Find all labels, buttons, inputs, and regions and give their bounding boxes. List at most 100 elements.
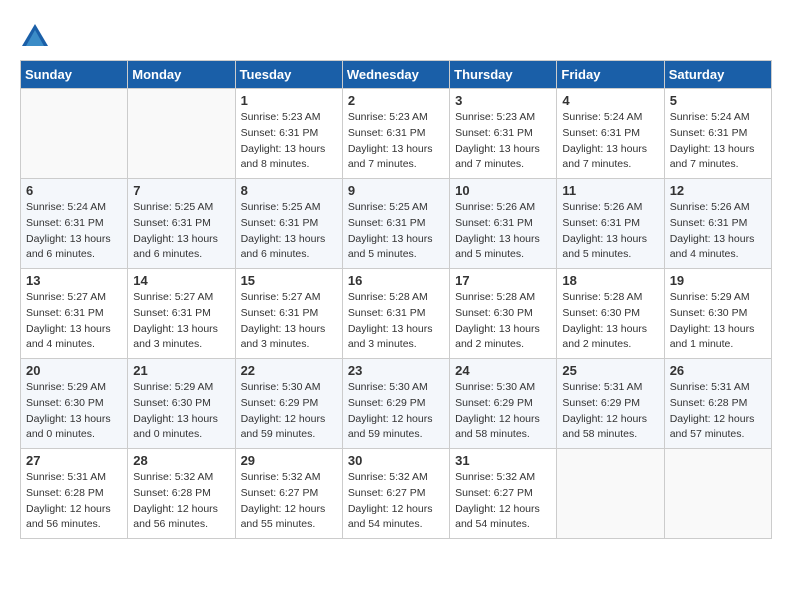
- day-number: 4: [562, 93, 658, 108]
- calendar-cell: [664, 449, 771, 539]
- calendar-week-row: 13 Sunrise: 5:27 AM Sunset: 6:31 PM Dayli…: [21, 269, 772, 359]
- calendar-table: SundayMondayTuesdayWednesdayThursdayFrid…: [20, 60, 772, 539]
- day-number: 10: [455, 183, 551, 198]
- day-info: Sunrise: 5:25 AM Sunset: 6:31 PM Dayligh…: [348, 200, 444, 263]
- weekday-header: Wednesday: [342, 61, 449, 89]
- day-number: 13: [26, 273, 122, 288]
- calendar-cell: 16 Sunrise: 5:28 AM Sunset: 6:31 PM Dayli…: [342, 269, 449, 359]
- calendar-cell: [21, 89, 128, 179]
- day-number: 19: [670, 273, 766, 288]
- day-info: Sunrise: 5:28 AM Sunset: 6:30 PM Dayligh…: [562, 290, 658, 353]
- day-info: Sunrise: 5:28 AM Sunset: 6:31 PM Dayligh…: [348, 290, 444, 353]
- day-number: 23: [348, 363, 444, 378]
- calendar-cell: [557, 449, 664, 539]
- calendar-cell: 31 Sunrise: 5:32 AM Sunset: 6:27 PM Dayli…: [450, 449, 557, 539]
- day-number: 29: [241, 453, 337, 468]
- day-info: Sunrise: 5:25 AM Sunset: 6:31 PM Dayligh…: [241, 200, 337, 263]
- day-info: Sunrise: 5:24 AM Sunset: 6:31 PM Dayligh…: [562, 110, 658, 173]
- day-info: Sunrise: 5:29 AM Sunset: 6:30 PM Dayligh…: [26, 380, 122, 443]
- calendar-cell: 10Sunrise: 5:26 AM Sunset: 6:31 PM Dayli…: [450, 179, 557, 269]
- calendar-cell: 26Sunrise: 5:31 AM Sunset: 6:28 PM Dayli…: [664, 359, 771, 449]
- weekday-header: Saturday: [664, 61, 771, 89]
- day-info: Sunrise: 5:30 AM Sunset: 6:29 PM Dayligh…: [455, 380, 551, 443]
- day-info: Sunrise: 5:31 AM Sunset: 6:29 PM Dayligh…: [562, 380, 658, 443]
- calendar-cell: 11Sunrise: 5:26 AM Sunset: 6:31 PM Dayli…: [557, 179, 664, 269]
- day-number: 27: [26, 453, 122, 468]
- day-number: 5: [670, 93, 766, 108]
- calendar-cell: 27 Sunrise: 5:31 AM Sunset: 6:28 PM Dayli…: [21, 449, 128, 539]
- day-info: Sunrise: 5:31 AM Sunset: 6:28 PM Dayligh…: [26, 470, 122, 533]
- calendar-week-row: 6 Sunrise: 5:24 AM Sunset: 6:31 PM Daylig…: [21, 179, 772, 269]
- day-number: 20: [26, 363, 122, 378]
- calendar-header-row: SundayMondayTuesdayWednesdayThursdayFrid…: [21, 61, 772, 89]
- day-number: 22: [241, 363, 337, 378]
- day-number: 14: [133, 273, 229, 288]
- calendar-cell: 30Sunrise: 5:32 AM Sunset: 6:27 PM Dayli…: [342, 449, 449, 539]
- weekday-header: Sunday: [21, 61, 128, 89]
- calendar-cell: 2 Sunrise: 5:23 AM Sunset: 6:31 PM Daylig…: [342, 89, 449, 179]
- day-number: 2: [348, 93, 444, 108]
- calendar-week-row: 27 Sunrise: 5:31 AM Sunset: 6:28 PM Dayli…: [21, 449, 772, 539]
- calendar-week-row: 20 Sunrise: 5:29 AM Sunset: 6:30 PM Dayli…: [21, 359, 772, 449]
- day-info: Sunrise: 5:32 AM Sunset: 6:27 PM Dayligh…: [348, 470, 444, 533]
- day-number: 24: [455, 363, 551, 378]
- calendar-cell: 9 Sunrise: 5:25 AM Sunset: 6:31 PM Daylig…: [342, 179, 449, 269]
- day-number: 15: [241, 273, 337, 288]
- logo: [20, 20, 56, 50]
- calendar-cell: 4 Sunrise: 5:24 AM Sunset: 6:31 PM Daylig…: [557, 89, 664, 179]
- weekday-header: Thursday: [450, 61, 557, 89]
- day-info: Sunrise: 5:23 AM Sunset: 6:31 PM Dayligh…: [241, 110, 337, 173]
- day-number: 11: [562, 183, 658, 198]
- calendar-cell: 5 Sunrise: 5:24 AM Sunset: 6:31 PM Daylig…: [664, 89, 771, 179]
- calendar-cell: 21Sunrise: 5:29 AM Sunset: 6:30 PM Dayli…: [128, 359, 235, 449]
- calendar-cell: 18 Sunrise: 5:28 AM Sunset: 6:30 PM Dayli…: [557, 269, 664, 359]
- weekday-header: Tuesday: [235, 61, 342, 89]
- calendar-cell: 25 Sunrise: 5:31 AM Sunset: 6:29 PM Dayli…: [557, 359, 664, 449]
- calendar-cell: 15 Sunrise: 5:27 AM Sunset: 6:31 PM Dayli…: [235, 269, 342, 359]
- calendar-cell: 20 Sunrise: 5:29 AM Sunset: 6:30 PM Dayli…: [21, 359, 128, 449]
- day-number: 12: [670, 183, 766, 198]
- logo-icon: [20, 20, 50, 50]
- day-info: Sunrise: 5:23 AM Sunset: 6:31 PM Dayligh…: [455, 110, 551, 173]
- day-number: 16: [348, 273, 444, 288]
- calendar-cell: 13Sunrise: 5:27 AM Sunset: 6:31 PM Dayli…: [21, 269, 128, 359]
- day-number: 17: [455, 273, 551, 288]
- day-number: 8: [241, 183, 337, 198]
- calendar-week-row: 1Sunrise: 5:23 AM Sunset: 6:31 PM Daylig…: [21, 89, 772, 179]
- day-info: Sunrise: 5:30 AM Sunset: 6:29 PM Dayligh…: [241, 380, 337, 443]
- day-info: Sunrise: 5:23 AM Sunset: 6:31 PM Dayligh…: [348, 110, 444, 173]
- calendar-cell: 7 Sunrise: 5:25 AM Sunset: 6:31 PM Daylig…: [128, 179, 235, 269]
- calendar-cell: 22 Sunrise: 5:30 AM Sunset: 6:29 PM Dayli…: [235, 359, 342, 449]
- calendar-cell: 19 Sunrise: 5:29 AM Sunset: 6:30 PM Dayli…: [664, 269, 771, 359]
- calendar-cell: 14 Sunrise: 5:27 AM Sunset: 6:31 PM Dayli…: [128, 269, 235, 359]
- day-number: 6: [26, 183, 122, 198]
- day-number: 9: [348, 183, 444, 198]
- day-info: Sunrise: 5:24 AM Sunset: 6:31 PM Dayligh…: [26, 200, 122, 263]
- calendar-cell: 1Sunrise: 5:23 AM Sunset: 6:31 PM Daylig…: [235, 89, 342, 179]
- day-info: Sunrise: 5:32 AM Sunset: 6:27 PM Dayligh…: [455, 470, 551, 533]
- calendar-cell: 29 Sunrise: 5:32 AM Sunset: 6:27 PM Dayli…: [235, 449, 342, 539]
- day-info: Sunrise: 5:27 AM Sunset: 6:31 PM Dayligh…: [133, 290, 229, 353]
- calendar-cell: 3 Sunrise: 5:23 AM Sunset: 6:31 PM Daylig…: [450, 89, 557, 179]
- day-number: 18: [562, 273, 658, 288]
- weekday-header: Friday: [557, 61, 664, 89]
- day-info: Sunrise: 5:32 AM Sunset: 6:28 PM Dayligh…: [133, 470, 229, 533]
- day-info: Sunrise: 5:29 AM Sunset: 6:30 PM Dayligh…: [670, 290, 766, 353]
- day-info: Sunrise: 5:24 AM Sunset: 6:31 PM Dayligh…: [670, 110, 766, 173]
- day-info: Sunrise: 5:28 AM Sunset: 6:30 PM Dayligh…: [455, 290, 551, 353]
- day-number: 25: [562, 363, 658, 378]
- calendar-cell: 8 Sunrise: 5:25 AM Sunset: 6:31 PM Daylig…: [235, 179, 342, 269]
- day-info: Sunrise: 5:32 AM Sunset: 6:27 PM Dayligh…: [241, 470, 337, 533]
- day-info: Sunrise: 5:25 AM Sunset: 6:31 PM Dayligh…: [133, 200, 229, 263]
- calendar-cell: 28 Sunrise: 5:32 AM Sunset: 6:28 PM Dayli…: [128, 449, 235, 539]
- day-number: 28: [133, 453, 229, 468]
- calendar-cell: 17 Sunrise: 5:28 AM Sunset: 6:30 PM Dayli…: [450, 269, 557, 359]
- day-number: 7: [133, 183, 229, 198]
- day-number: 3: [455, 93, 551, 108]
- day-info: Sunrise: 5:27 AM Sunset: 6:31 PM Dayligh…: [241, 290, 337, 353]
- calendar-cell: 12Sunrise: 5:26 AM Sunset: 6:31 PM Dayli…: [664, 179, 771, 269]
- day-number: 31: [455, 453, 551, 468]
- day-number: 21: [133, 363, 229, 378]
- page-header: [20, 20, 772, 50]
- calendar-cell: 23Sunrise: 5:30 AM Sunset: 6:29 PM Dayli…: [342, 359, 449, 449]
